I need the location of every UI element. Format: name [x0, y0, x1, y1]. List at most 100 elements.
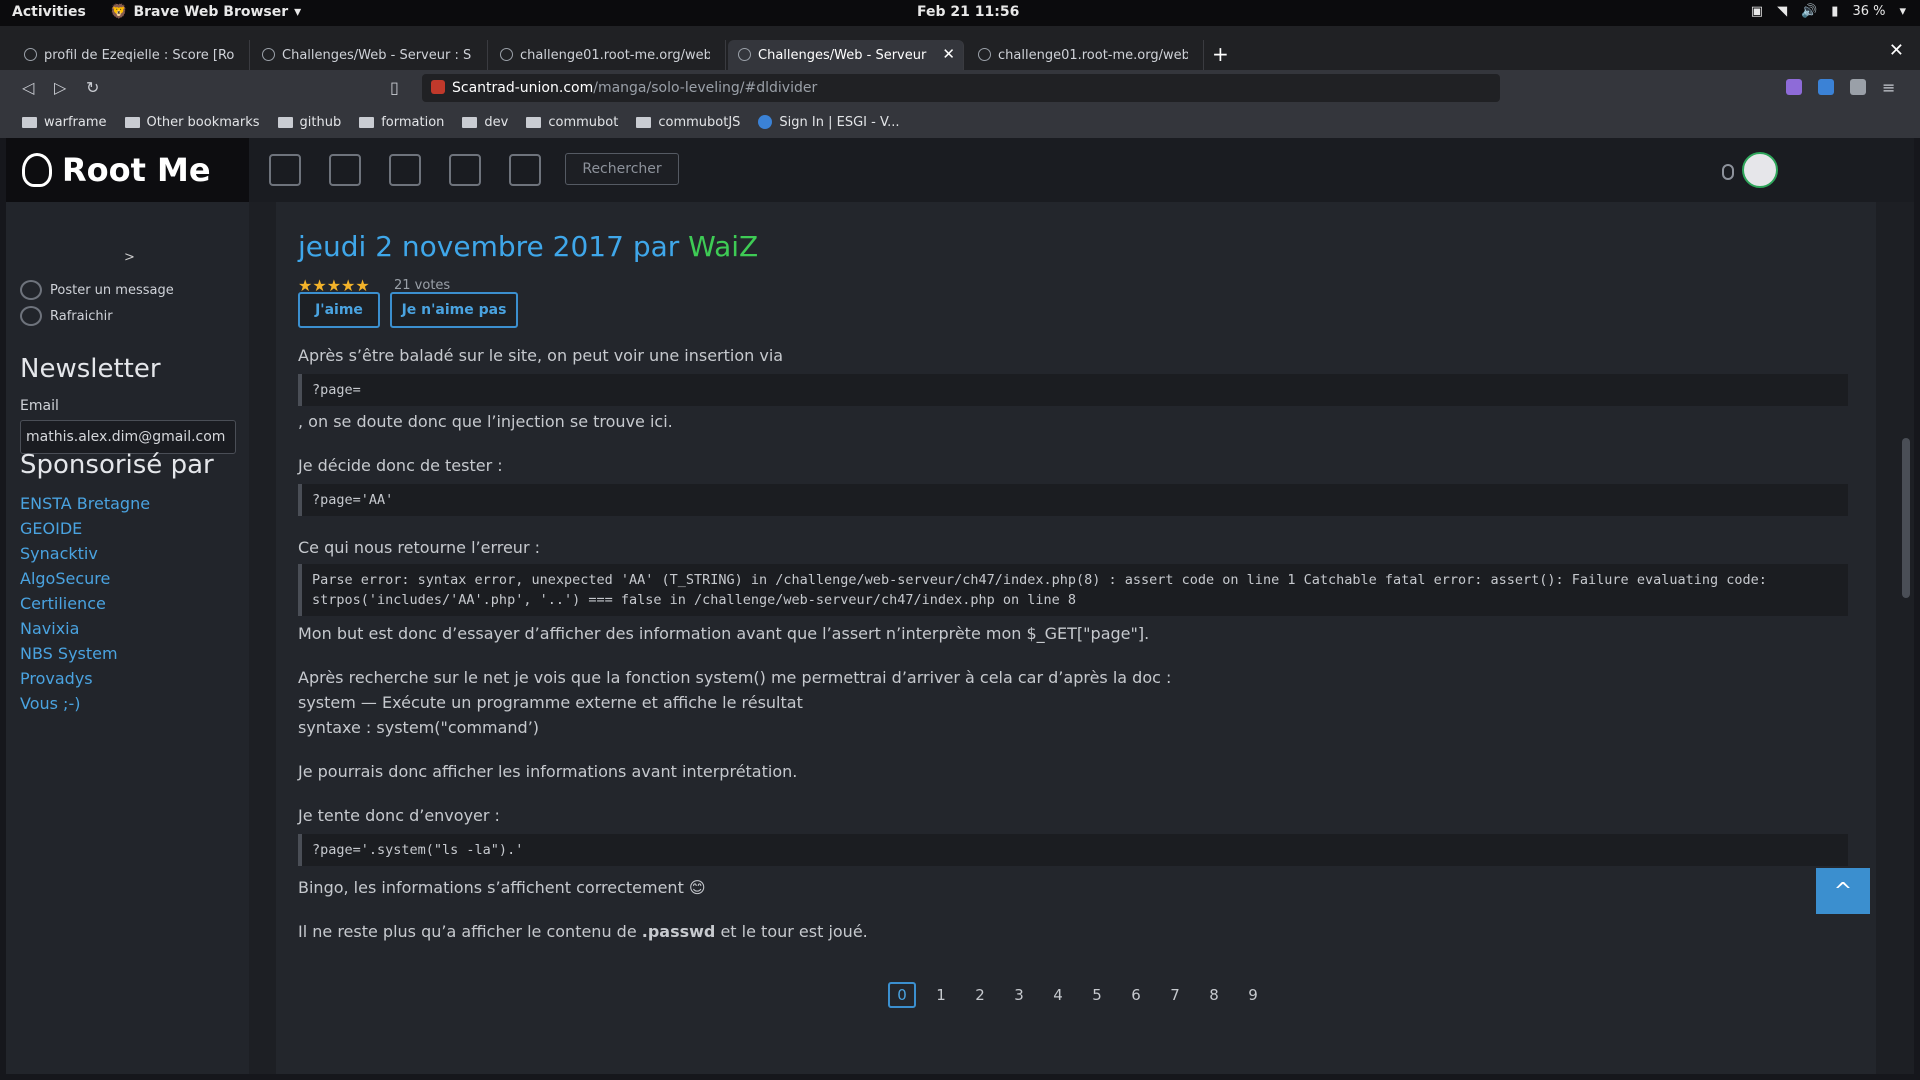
tab-challenge01[interactable]: challenge01.root-me.org/web-ser: [490, 40, 726, 70]
address-bar[interactable]: Scantrad-union.com/manga/solo-leveling/#…: [422, 74, 1500, 102]
page-link[interactable]: 7: [1161, 982, 1189, 1008]
sponsor-link[interactable]: Certilience: [20, 594, 106, 613]
dropbox-icon[interactable]: ▣: [1751, 4, 1763, 19]
search-input[interactable]: Rechercher: [565, 153, 679, 185]
page-link[interactable]: 9: [1239, 982, 1267, 1008]
email-field[interactable]: mathis.alex.dim@gmail.com: [20, 420, 236, 454]
community-icon[interactable]: [329, 154, 361, 186]
close-tab-icon[interactable]: ✕: [942, 45, 955, 63]
shop-icon[interactable]: [509, 154, 541, 186]
clock[interactable]: Feb 21 11:56: [917, 4, 1019, 20]
site-logo[interactable]: Root Me: [6, 138, 249, 202]
new-tab-button[interactable]: +: [1212, 42, 1229, 66]
page-link[interactable]: 6: [1122, 982, 1150, 1008]
ctf-icon[interactable]: [449, 154, 481, 186]
url-host: Scantrad-union.com: [452, 80, 594, 96]
bookmark-esgi[interactable]: Sign In | ESGI - V...: [758, 114, 900, 130]
close-window-button[interactable]: ✕: [1889, 40, 1904, 61]
sidebar: Root Me > Poster un message Rafraichir N…: [6, 138, 249, 1074]
folder-icon: [359, 116, 375, 128]
translate-icon[interactable]: [1818, 79, 1834, 95]
bookmark-warframe[interactable]: warframe: [22, 115, 107, 130]
article-content: jeudi 2 novembre 2017 par WaiZ ★★★★★ 21 …: [276, 202, 1876, 1074]
page-link[interactable]: 4: [1044, 982, 1072, 1008]
favicon-icon: [24, 48, 37, 61]
navigation-bar: ◁ ▷ ↻ ▯ Scantrad-union.com/manga/solo-le…: [0, 70, 1920, 106]
sponsor-link[interactable]: AlgoSecure: [20, 569, 110, 588]
folder-icon: [277, 116, 293, 128]
tab-profile[interactable]: profil de Ezeqielle : Score [Root Me: [14, 40, 250, 70]
bookmark-other[interactable]: Other bookmarks: [124, 114, 260, 130]
folder-icon: [22, 116, 37, 128]
code-block: ?page=: [298, 374, 1848, 406]
sponsor-link[interactable]: ENSTA Bretagne: [20, 494, 150, 513]
paragraph: Ce qui nous retourne l’erreur :: [298, 538, 540, 557]
activities-button[interactable]: Activities: [12, 4, 86, 20]
bookmark-formation[interactable]: formation: [359, 115, 444, 130]
sponsor-link[interactable]: Vous ;-): [20, 694, 80, 713]
sponsor-link[interactable]: Provadys: [20, 669, 93, 688]
paragraph: Je tente donc d’envoyer :: [298, 806, 500, 825]
sponsor-link[interactable]: Navixia: [20, 619, 79, 638]
back-to-top-button[interactable]: ^: [1816, 868, 1870, 914]
expand-arrow[interactable]: >: [124, 250, 135, 265]
brave-icon: 🦁: [110, 4, 128, 20]
folder-icon: [526, 116, 542, 128]
tab-label: Challenges/Web - Serveur : PH: [758, 47, 928, 63]
bookmark-github[interactable]: github: [277, 114, 342, 130]
site-header: Rechercher: [249, 138, 1914, 202]
tab-sql-challenge[interactable]: Challenges/Web - Serveur : SQL in: [252, 40, 488, 70]
page-scrollbar[interactable]: [1902, 438, 1910, 598]
docs-icon[interactable]: [389, 154, 421, 186]
paragraph: syntaxe : system("command’): [298, 718, 540, 737]
bookmark-dev[interactable]: dev: [462, 115, 508, 130]
bookmark-commubotjs[interactable]: commubotJS: [636, 115, 740, 130]
newsletter-heading: Newsletter: [20, 354, 161, 384]
app-menu[interactable]: 🦁 Brave Web Browser ▾: [110, 4, 301, 20]
page-link[interactable]: 2: [966, 982, 994, 1008]
sponsor-link[interactable]: Synacktiv: [20, 544, 98, 563]
paragraph-bold: .passwd: [641, 922, 716, 941]
page-link[interactable]: 1: [927, 982, 955, 1008]
bookmark-icon[interactable]: ▯: [390, 78, 399, 97]
tab-php-challenge[interactable]: Challenges/Web - Serveur : PH ✕: [728, 40, 964, 70]
post-message-link[interactable]: Poster un message: [20, 280, 174, 300]
like-button[interactable]: J'aime: [298, 292, 380, 328]
chevron-down-icon: ▾: [1899, 4, 1906, 19]
chevron-down-icon: ▾: [294, 4, 302, 20]
bookmark-label: commubot: [548, 114, 619, 130]
bookmark-label: github: [299, 114, 342, 130]
system-tray[interactable]: ▣ ◥ 🔊 ▮ 36 % ▾: [1751, 4, 1906, 19]
back-icon[interactable]: ◁: [22, 78, 34, 97]
web-page: Root Me > Poster un message Rafraichir N…: [6, 138, 1914, 1074]
challenges-icon[interactable]: [269, 154, 301, 186]
folder-icon: [124, 116, 140, 128]
bookmark-label: Sign In | ESGI - V...: [779, 114, 900, 130]
reload-icon[interactable]: ↻: [86, 78, 99, 97]
extensions-icon[interactable]: [1850, 79, 1866, 95]
article-heading: jeudi 2 novembre 2017 par WaiZ: [298, 230, 758, 263]
esgi-icon: [758, 115, 773, 129]
page-link[interactable]: 5: [1083, 982, 1111, 1008]
dislike-button[interactable]: Je n'aime pas: [390, 292, 518, 328]
page-link-current[interactable]: 0: [888, 982, 916, 1008]
volume-icon: 🔊: [1801, 4, 1818, 19]
avatar[interactable]: [1742, 152, 1778, 188]
bookmark-label: Other bookmarks: [146, 114, 260, 130]
theme-toggle-icon[interactable]: [1722, 164, 1734, 180]
sponsor-link[interactable]: GEOIDE: [20, 519, 82, 538]
author-link[interactable]: WaiZ: [688, 230, 758, 263]
paragraph: Après recherche sur le net je vois que l…: [298, 668, 1172, 687]
page-link[interactable]: 8: [1200, 982, 1228, 1008]
brave-shields-icon[interactable]: [1786, 79, 1802, 95]
forward-icon[interactable]: ▷: [54, 78, 66, 97]
sponsor-link[interactable]: NBS System: [20, 644, 118, 663]
refresh-link[interactable]: Rafraichir: [20, 306, 113, 326]
bookmark-commubot[interactable]: commubot: [526, 115, 618, 130]
skull-logo-icon: [22, 153, 52, 187]
paragraph: Mon but est donc d’essayer d’afficher de…: [298, 624, 1150, 643]
menu-icon[interactable]: ≡: [1882, 78, 1895, 97]
tab-challenge01-2[interactable]: challenge01.root-me.org/web-ser: [968, 40, 1204, 70]
paragraph: Je décide donc de tester :: [298, 456, 503, 475]
page-link[interactable]: 3: [1005, 982, 1033, 1008]
